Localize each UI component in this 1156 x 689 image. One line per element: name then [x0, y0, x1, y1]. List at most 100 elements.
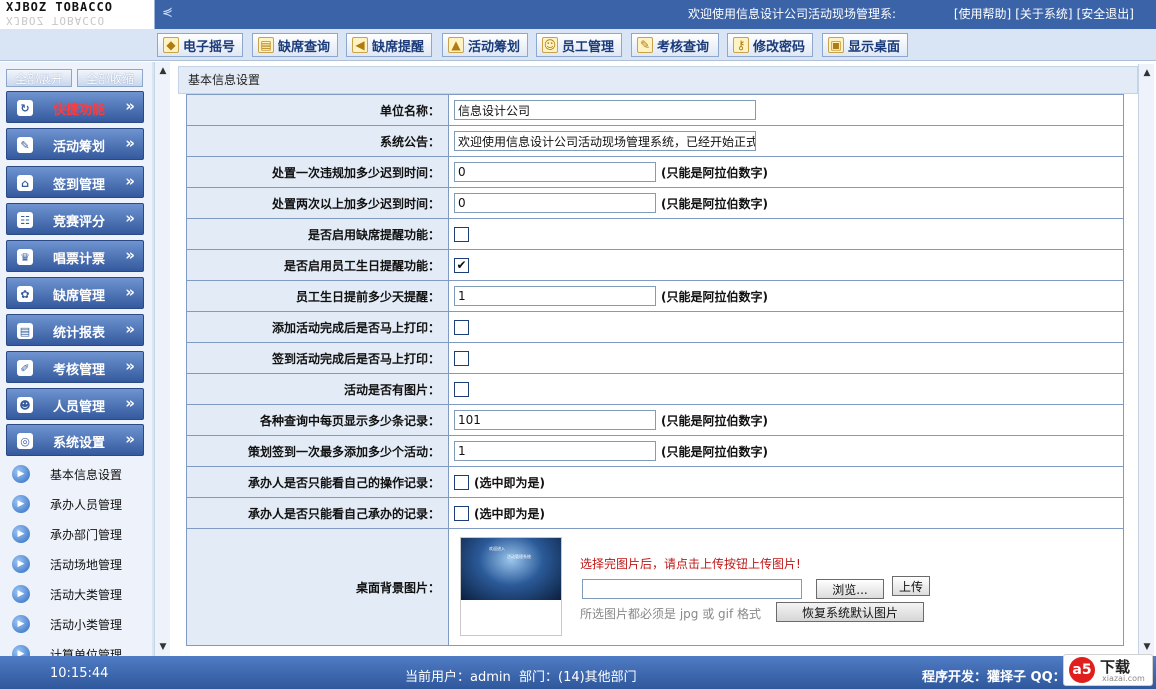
field-label: 承办人是否只能看自己承办的记录：: [187, 498, 449, 528]
format-note: 所选图片都必须是 jpg 或 gif 格式: [580, 607, 762, 621]
menu-report[interactable]: ▤ 统计报表»: [6, 314, 144, 346]
developer-info: 程序开发：獾择子 QQ：: [922, 670, 1066, 685]
chevron-icon: »: [125, 283, 135, 301]
menu-assess[interactable]: ✐ 考核管理»: [6, 351, 144, 383]
field-label: 策划签到一次最多添加多少个活动：: [187, 436, 449, 466]
absence-remind-checkbox[interactable]: [454, 226, 469, 242]
subitem-major-category[interactable]: ▶ 活动大类管理: [12, 582, 122, 606]
chevron-icon: »: [125, 172, 135, 190]
activity-image-checkbox[interactable]: [454, 381, 469, 397]
status-bar: 10:15:44 当前用户：admin 部门：(14)其他部门 程序开发：獾择子…: [0, 656, 1156, 689]
birthday-days-input[interactable]: 1: [454, 286, 656, 306]
unit-name-input[interactable]: 信息设计公司: [454, 100, 756, 120]
scroll-up-icon[interactable]: ▲: [155, 64, 171, 78]
print-after-signin-checkbox[interactable]: [454, 350, 469, 366]
menu-absence[interactable]: ✿ 缺席管理»: [6, 277, 144, 309]
menu-shortcut[interactable]: ↻ 快捷功能»: [6, 91, 144, 123]
menu-people[interactable]: ☻ 人员管理»: [6, 388, 144, 420]
scroll-down-icon[interactable]: ▼: [1139, 640, 1155, 654]
form-row: 承办人是否只能看自己的操作记录： (选中即为是): [186, 467, 1124, 498]
menu-system-settings[interactable]: ◎ 系统设置»: [6, 424, 144, 456]
birthday-remind-checkbox[interactable]: ✔: [454, 257, 469, 273]
collapse-header-icon[interactable]: ⋞: [162, 5, 173, 20]
chevron-icon: »: [125, 97, 135, 115]
field-label: 签到活动完成后是否马上打印：: [187, 343, 449, 373]
sidebar: 全部展开 全部收缩 ↻ 快捷功能» ✎ 活动筹划» ⌂ 签到管理» ☷ 竞赛评分» ♛ 唱…: [0, 62, 170, 656]
site-logo-icon: a5: [1069, 657, 1095, 683]
staff-button[interactable]: ☺ 员工管理: [536, 33, 622, 57]
people-icon: ☻: [17, 397, 33, 413]
late-twice-input[interactable]: 0: [454, 193, 656, 213]
signin-icon: ⌂: [17, 175, 33, 191]
activity-plan-button[interactable]: ▲ 活动筹划: [442, 33, 528, 57]
logout-link[interactable]: [安全退出]: [1077, 7, 1134, 21]
absence-icon: ✿: [17, 286, 33, 302]
late-once-input[interactable]: 0: [454, 162, 656, 182]
digits-hint: (只能是阿拉伯数字): [661, 196, 768, 211]
field-label: 桌面背景图片：: [187, 529, 449, 645]
background-thumbnail: 欢迎进入 活动管理系统: [460, 537, 562, 636]
announcement-input[interactable]: 欢迎使用信息设计公司活动现场管理系统，已经开始正式: [454, 131, 756, 151]
upload-button[interactable]: 上传: [892, 576, 930, 596]
menu-score[interactable]: ☷ 竞赛评分»: [6, 203, 144, 235]
max-activities-input[interactable]: 1: [454, 441, 656, 461]
subitem-unit[interactable]: ▶ 计算单位管理: [12, 642, 122, 656]
change-password-button[interactable]: ⚷ 修改密码: [727, 33, 813, 57]
desktop-icon: ▣: [828, 37, 844, 53]
menu-activity-plan[interactable]: ✎ 活动筹划»: [6, 128, 144, 160]
arrow-bullet-icon: ▶: [12, 645, 30, 656]
subitem-department[interactable]: ▶ 承办部门管理: [12, 522, 122, 546]
vote-icon: ♛: [17, 249, 33, 265]
menu-signin[interactable]: ⌂ 签到管理»: [6, 166, 144, 198]
absence-query-button[interactable]: ▤ 缺席查询: [252, 33, 338, 57]
field-label: 承办人是否只能看自己的操作记录：: [187, 467, 449, 497]
restore-default-button[interactable]: 恢复系统默认图片: [776, 602, 924, 622]
scroll-down-icon[interactable]: ▼: [155, 640, 171, 654]
exam-query-button[interactable]: ✎ 考核查询: [631, 33, 719, 57]
chevron-icon: »: [125, 134, 135, 152]
logo-text: XJBOZ TOBACCO: [6, 0, 113, 14]
help-link[interactable]: [使用帮助]: [954, 7, 1011, 21]
chevron-icon: »: [125, 430, 135, 448]
sidebar-menu: 全部展开 全部收缩 ↻ 快捷功能» ✎ 活动筹划» ⌂ 签到管理» ☷ 竞赛评分» ♛ 唱…: [0, 62, 152, 656]
key-icon: ⚷: [733, 37, 749, 53]
score-icon: ☷: [17, 212, 33, 228]
file-path-input[interactable]: [582, 579, 802, 599]
expand-all-button[interactable]: 全部展开: [6, 69, 72, 87]
page-size-input[interactable]: 101: [454, 410, 656, 430]
field-label: 活动是否有图片：: [187, 374, 449, 404]
field-label: 员工生日提前多少天提醒：: [187, 281, 449, 311]
browse-button[interactable]: 浏览...: [816, 579, 884, 599]
chevron-icon: »: [125, 357, 135, 375]
menu-vote[interactable]: ♛ 唱票计票»: [6, 240, 144, 272]
report-icon: ▤: [17, 323, 33, 339]
lottery-button[interactable]: ◆ 电子摇号: [157, 33, 243, 57]
digits-hint: (只能是阿拉伯数字): [661, 165, 768, 180]
about-link[interactable]: [关于系统]: [1015, 7, 1072, 21]
upload-message: 选择完图片后，请点击上传按钮上传图片!: [580, 557, 801, 571]
logo-reflection: XJBOZ TOBACCO: [6, 14, 106, 27]
current-user: 当前用户：admin: [405, 670, 511, 685]
arrow-bullet-icon: ▶: [12, 525, 30, 543]
own-operations-checkbox[interactable]: [454, 474, 469, 490]
print-after-add-checkbox[interactable]: [454, 319, 469, 335]
own-records-checkbox[interactable]: [454, 505, 469, 521]
form-row: 承办人是否只能看自己承办的记录： (选中即为是): [186, 498, 1124, 529]
sidebar-scrollbar[interactable]: ▲ ▼: [154, 62, 170, 656]
subitem-basic-info[interactable]: ▶ 基本信息设置: [12, 462, 122, 486]
assess-icon: ✐: [17, 360, 33, 376]
content-scrollbar[interactable]: ▲ ▼: [1138, 64, 1154, 656]
field-label: 是否启用缺席提醒功能：: [187, 219, 449, 249]
subitem-venue[interactable]: ▶ 活动场地管理: [12, 552, 122, 576]
arrow-bullet-icon: ▶: [12, 555, 30, 573]
top-header: XJBOZ TOBACCO XJBOZ TOBACCO ⋞ 欢迎使用信息设计公司…: [0, 0, 1156, 29]
plan-icon: ✎: [17, 137, 33, 153]
show-desktop-button[interactable]: ▣ 显示桌面: [822, 33, 908, 57]
subitem-undertaker[interactable]: ▶ 承办人员管理: [12, 492, 122, 516]
digits-hint: (只能是阿拉伯数字): [661, 413, 768, 428]
scroll-up-icon[interactable]: ▲: [1139, 66, 1155, 80]
collapse-all-button[interactable]: 全部收缩: [77, 69, 143, 87]
subitem-minor-category[interactable]: ▶ 活动小类管理: [12, 612, 122, 636]
form-row: 是否启用缺席提醒功能：: [186, 219, 1124, 250]
absence-remind-button[interactable]: ◀ 缺席提醒: [346, 33, 432, 57]
